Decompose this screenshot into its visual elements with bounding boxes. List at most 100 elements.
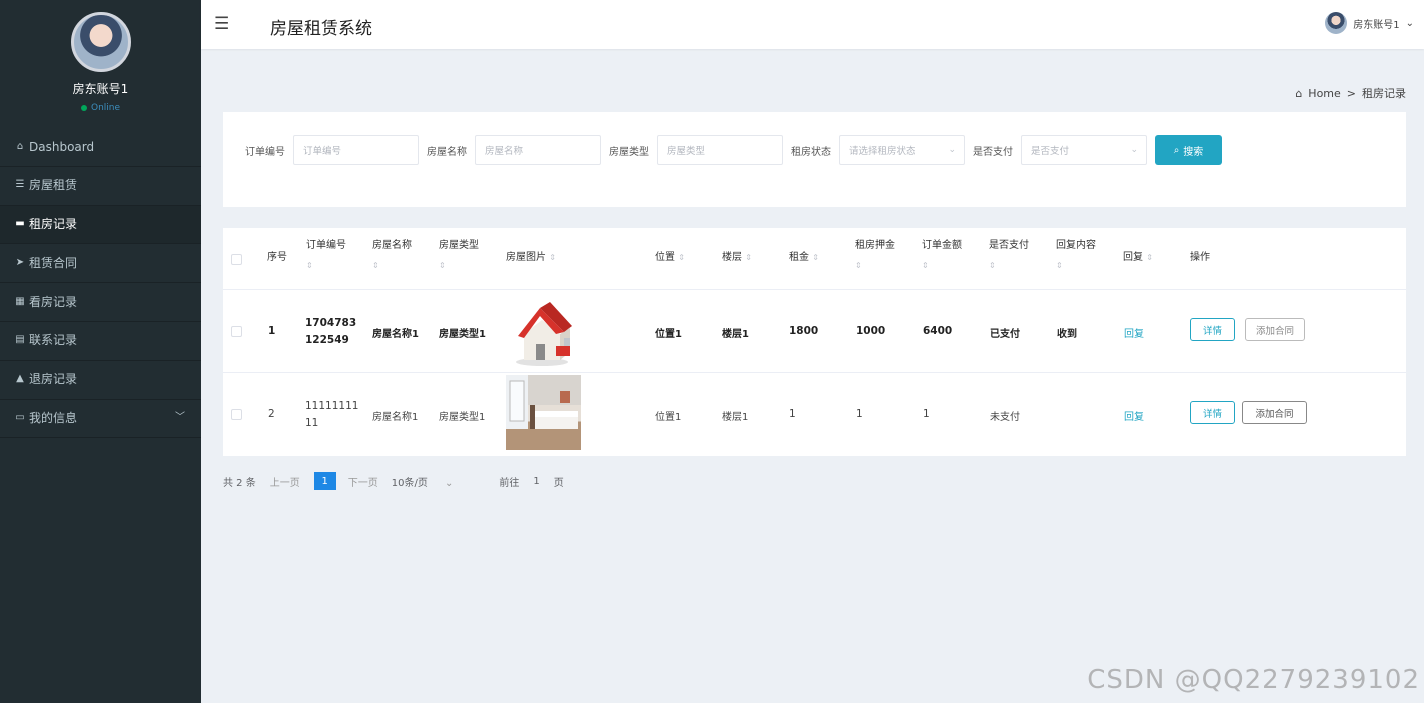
paid-select[interactable]: 是否支付 ⌄	[1021, 135, 1147, 165]
th-order-no[interactable]: 订单编号 ⇕	[306, 236, 346, 276]
chevron-down-icon: ⌄	[445, 477, 454, 489]
th-deposit[interactable]: 租房押金 ⇕	[855, 236, 895, 276]
cell-rent: 1800	[789, 325, 819, 337]
cell-paid: 未支付	[990, 412, 1020, 423]
house-type-input[interactable]: 房屋类型	[657, 135, 783, 165]
breadcrumb-home[interactable]: Home	[1308, 87, 1340, 100]
row-checkbox[interactable]	[231, 409, 242, 420]
order-no-input[interactable]: 订单编号	[293, 135, 419, 165]
prev-page-button[interactable]: 上一页	[270, 474, 300, 489]
cell-deposit: 1	[856, 408, 863, 420]
cell-reply-content: 收到	[1057, 329, 1077, 340]
sidebar-item-checkout-records[interactable]: ▲ 退房记录	[0, 361, 201, 400]
th-house-name-label: 房屋名称	[372, 240, 412, 251]
sort-icon: ⇕	[306, 261, 313, 270]
sidebar-item-contact-records[interactable]: ▤ 联系记录	[0, 322, 201, 361]
th-location[interactable]: 位置 ⇕	[655, 248, 685, 268]
select-all-checkbox[interactable]	[231, 254, 242, 265]
th-rent[interactable]: 租金 ⇕	[789, 248, 819, 268]
next-page-button[interactable]: 下一页	[348, 474, 378, 489]
ticket-icon: ▬	[15, 218, 25, 230]
cell-rent: 1	[789, 408, 796, 420]
goto-page-input[interactable]: 1	[533, 476, 539, 487]
cell-index: 1	[268, 325, 276, 337]
sidebar-item-lease-contract[interactable]: ➤ 租赁合同	[0, 244, 201, 284]
detail-button[interactable]: 详情	[1190, 318, 1235, 341]
add-contract-button[interactable]: 添加合同	[1245, 318, 1305, 341]
rent-status-placeholder: 请选择租房状态	[849, 146, 916, 157]
sidebar-item-label: Dashboard	[29, 139, 95, 154]
sidebar-item-label: 我的信息	[29, 411, 78, 426]
online-dot-icon	[80, 105, 87, 111]
detail-button[interactable]: 详情	[1190, 401, 1235, 424]
th-rent-label: 租金	[789, 252, 809, 263]
cell-floor: 楼层1	[722, 412, 749, 423]
th-house-image[interactable]: 房屋图片 ⇕	[506, 248, 556, 268]
th-reply[interactable]: 回复 ⇕	[1123, 248, 1153, 268]
th-house-image-label: 房屋图片	[506, 252, 546, 263]
order-no-part: 122549	[305, 334, 349, 346]
house-type-label: 房屋类型	[609, 146, 649, 158]
sort-icon: ⇕	[1056, 261, 1063, 270]
reply-link[interactable]: 回复	[1124, 408, 1144, 423]
house-thumbnail[interactable]	[506, 294, 581, 369]
th-house-name[interactable]: 房屋名称 ⇕	[372, 236, 412, 276]
profile-name: 房东账号1	[72, 82, 129, 96]
sort-icon: ⇕	[745, 253, 752, 262]
cell-house-name: 房屋名称1	[372, 412, 419, 423]
rent-status-label: 租房状态	[791, 146, 831, 158]
sidebar-item-my-info[interactable]: ▭ 我的信息 ﹀	[0, 400, 201, 439]
paid-placeholder: 是否支付	[1031, 146, 1070, 157]
user-menu[interactable]: 房东账号1 ⌄	[1325, 12, 1414, 34]
rent-status-select[interactable]: 请选择租房状态 ⌄	[839, 135, 965, 165]
th-order-amount-label: 订单金额	[922, 240, 962, 251]
th-house-type[interactable]: 房屋类型 ⇕	[439, 236, 479, 276]
sidebar-item-rental-records[interactable]: ▬ 租房记录	[0, 205, 201, 245]
th-floor[interactable]: 楼层 ⇕	[722, 248, 752, 268]
cell-order-no: 1704783 122549	[305, 315, 356, 349]
sort-icon: ⇕	[372, 261, 379, 270]
online-status-text: Online	[90, 103, 121, 113]
add-contract-button[interactable]: 添加合同	[1242, 401, 1307, 424]
table-row: 1 1704783 122549 房屋名称1 房屋类型1 位置1 楼层1 1800…	[223, 290, 1406, 373]
reply-link[interactable]: 回复	[1124, 325, 1144, 340]
cell-order-no: 11111111 11	[305, 398, 358, 432]
sidebar-item-viewing-records[interactable]: ▦ 看房记录	[0, 283, 201, 322]
th-paid[interactable]: 是否支付 ⇕	[989, 236, 1029, 276]
row-checkbox[interactable]	[231, 326, 242, 337]
page-number-current[interactable]: 1	[313, 472, 336, 490]
menu-toggle-icon[interactable]: ☰	[214, 14, 229, 34]
table-row: 2 11111111 11 房屋名称1 房屋类型1 位置1 楼层1 1 1 1 未…	[223, 373, 1406, 456]
sort-icon: ⇕	[549, 253, 556, 262]
cell-floor: 楼层1	[722, 329, 749, 340]
th-order-amount[interactable]: 订单金额 ⇕	[922, 236, 962, 276]
watermark: CSDN @QQ2279239102	[1087, 665, 1420, 695]
sidebar-item-house-rental[interactable]: ☰ 房屋租赁	[0, 167, 201, 206]
cell-house-type: 房屋类型1	[439, 329, 486, 340]
th-reply-content[interactable]: 回复内容 ⇕	[1056, 236, 1096, 276]
info-icon: ▭	[15, 412, 25, 424]
cell-house-name: 房屋名称1	[372, 329, 419, 340]
cell-index: 2	[268, 408, 275, 420]
table-header: 序号 订单编号 ⇕ 房屋名称 ⇕ 房屋类型 ⇕ 房屋图片 ⇕ 位置 ⇕ 楼层 ⇕ 租金…	[223, 228, 1406, 290]
goto-label: 前往	[499, 477, 520, 489]
sidebar-item-label: 看房记录	[29, 294, 78, 309]
page-unit-label: 页	[553, 477, 564, 489]
sort-icon: ⇕	[678, 253, 685, 262]
chevron-down-icon: ⌄	[1405, 17, 1414, 29]
send-icon: ➤	[15, 256, 25, 268]
sort-icon: ⇕	[989, 261, 996, 270]
house-name-input[interactable]: 房屋名称	[475, 135, 601, 165]
search-button[interactable]: ⌕ 搜索	[1155, 135, 1222, 165]
sort-icon: ⇕	[855, 261, 862, 270]
house-thumbnail[interactable]	[506, 375, 581, 450]
room-photo-icon	[506, 375, 578, 429]
page-size-select[interactable]: 10条/页 ⌄	[392, 474, 468, 489]
sidebar-item-label: 退房记录	[29, 372, 78, 387]
sort-icon: ⇕	[812, 253, 819, 262]
house-illustration-icon	[516, 302, 572, 366]
sidebar-item-dashboard[interactable]: ⌂ Dashboard	[0, 128, 201, 167]
top-header: ☰ 房屋租赁系统 房东账号1 ⌄	[201, 0, 1424, 49]
records-table: 序号 订单编号 ⇕ 房屋名称 ⇕ 房屋类型 ⇕ 房屋图片 ⇕ 位置 ⇕ 楼层 ⇕ 租金…	[223, 228, 1406, 456]
user-profile: 房东账号1 Online	[0, 0, 201, 128]
